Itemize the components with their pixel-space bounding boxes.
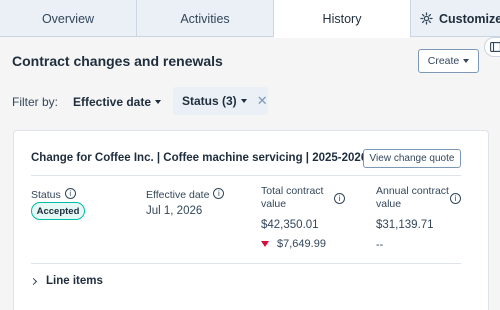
- total-contract-column: Total contract value: [261, 185, 323, 211]
- total-contract-label-line1: Total contract: [261, 185, 324, 197]
- info-icon[interactable]: i: [213, 188, 225, 200]
- contract-change-card: Change for Coffee Inc. | Coffee machine …: [13, 130, 489, 310]
- caret-down-icon: [240, 99, 247, 103]
- status-badge: Accepted: [31, 202, 85, 220]
- panel-icon: [490, 42, 500, 52]
- total-contract-value: $42,350.01: [261, 219, 319, 231]
- view-change-quote-button[interactable]: View change quote: [363, 149, 461, 168]
- line-items-toggle[interactable]: Line items: [29, 275, 103, 287]
- customize-label: Customize: [439, 11, 500, 26]
- effective-date-value: Jul 1, 2026: [146, 205, 203, 217]
- clear-filter-icon[interactable]: ✕: [257, 93, 268, 109]
- total-contract-delta-value: $7,649.99: [277, 238, 326, 250]
- line-items-label: Line items: [46, 275, 103, 287]
- total-contract-delta: $7,649.99: [261, 238, 326, 250]
- tab-history[interactable]: History: [274, 0, 411, 38]
- tab-activities[interactable]: Activities: [137, 0, 274, 37]
- create-button[interactable]: Create: [418, 49, 479, 73]
- gear-icon: [420, 12, 433, 25]
- annual-contract-label-line1: Annual contract: [376, 185, 449, 197]
- filter-label: Filter by:: [12, 95, 59, 109]
- caret-down-icon: [155, 100, 162, 104]
- info-icon[interactable]: i: [64, 188, 76, 200]
- annual-contract-label-line2: value: [376, 198, 402, 210]
- card-title: Change for Coffee Inc. | Coffee machine …: [31, 152, 368, 164]
- page-title: Contract changes and renewals: [12, 53, 223, 69]
- caret-down-icon: [463, 59, 470, 63]
- sidebar-toggle-button[interactable]: [484, 37, 500, 57]
- decrease-arrow-icon: [261, 241, 269, 247]
- status-column: Status i: [31, 185, 76, 203]
- effective-date-filter-label: Effective date: [73, 95, 152, 109]
- divider: [31, 175, 461, 176]
- info-icon[interactable]: i: [450, 193, 461, 204]
- info-icon[interactable]: i: [334, 193, 345, 204]
- annual-contract-column: Annual contract value: [376, 185, 449, 211]
- annual-contract-delta: --: [376, 239, 384, 251]
- customize-tab[interactable]: Customize: [411, 0, 500, 37]
- record-tabs: Overview Activities History Customize: [0, 0, 500, 38]
- status-label: Status: [31, 189, 61, 201]
- total-contract-label-line2: value: [261, 198, 287, 210]
- annual-contract-value: $31,139.71: [376, 219, 434, 231]
- tab-overview[interactable]: Overview: [0, 0, 137, 37]
- effective-date-filter[interactable]: Effective date: [73, 95, 162, 109]
- status-filter-label: Status (3): [182, 94, 237, 108]
- divider: [31, 263, 461, 264]
- status-filter[interactable]: Status (3) ✕: [173, 87, 268, 115]
- effective-date-column: Effective date i: [146, 185, 225, 203]
- effective-date-label: Effective date: [146, 189, 210, 201]
- chevron-right-icon: [29, 277, 38, 285]
- create-label: Create: [427, 55, 460, 67]
